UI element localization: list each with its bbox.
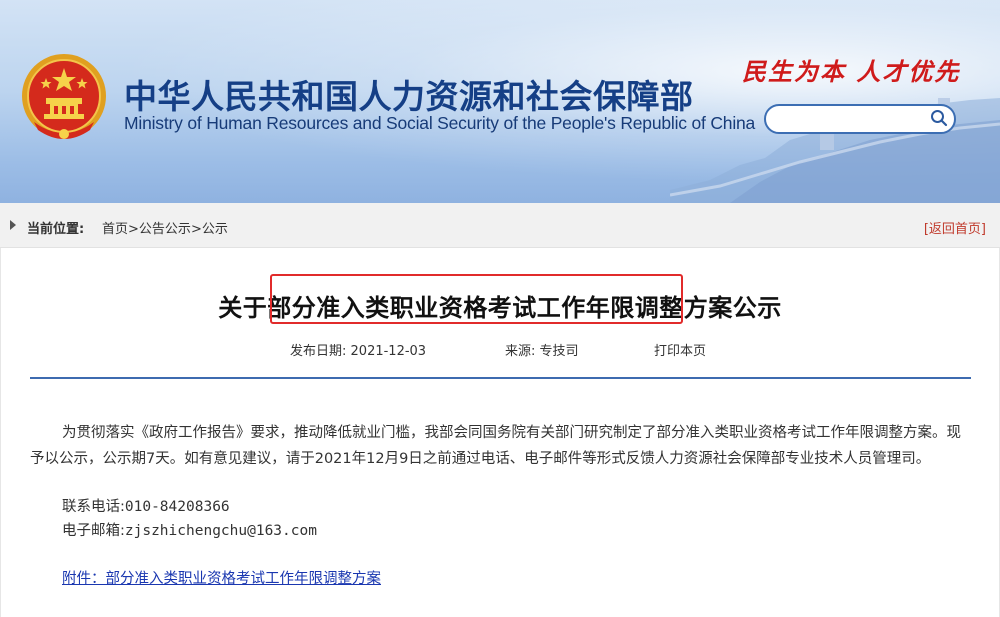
slogan: 民生为本 人才优先 bbox=[742, 57, 961, 86]
contact-email: 电子邮箱:zjszhichengchu@163.com bbox=[62, 519, 317, 540]
phone-label: 联系电话: bbox=[62, 499, 125, 515]
search-button[interactable] bbox=[928, 108, 950, 130]
site-title-chinese: 中华人民共和国人力资源和社会保障部 bbox=[124, 77, 694, 116]
article-body-paragraph: 为贯彻落实《政府工作报告》要求，推动降低就业门槛，我部会同国务院有关部门研究制定… bbox=[30, 425, 961, 467]
search-icon bbox=[931, 109, 948, 126]
title-highlight-box bbox=[270, 274, 683, 324]
site-title-english: Ministry of Human Resources and Social S… bbox=[124, 113, 756, 133]
breadcrumb-item-home[interactable]: 首页 bbox=[102, 222, 128, 237]
breadcrumb: 当前位置: 首页>公告公示>公示 [返回首页] bbox=[0, 203, 1000, 248]
source-label: 来源: bbox=[505, 344, 536, 359]
print-page-link[interactable]: 打印本页 bbox=[654, 340, 706, 359]
attachment-link[interactable]: 附件：部分准入类职业资格考试工作年限调整方案 bbox=[62, 567, 381, 588]
search-box bbox=[764, 104, 956, 134]
breadcrumb-links: 首页>公告公示>公示 bbox=[102, 218, 228, 237]
breadcrumb-item-announcements[interactable]: 公告公示 bbox=[139, 222, 191, 237]
publish-date: 发布日期: 2021-12-03 bbox=[290, 340, 426, 359]
breadcrumb-separator: > bbox=[190, 222, 202, 237]
breadcrumb-label: 当前位置: bbox=[27, 222, 85, 237]
contact-phone: 联系电话:010-84208366 bbox=[62, 495, 230, 516]
breadcrumb-item-public-notice[interactable]: 公示 bbox=[202, 222, 228, 237]
back-home-link[interactable]: [返回首页] bbox=[924, 218, 986, 237]
source-value: 专技司 bbox=[539, 344, 579, 359]
triangle-right-icon bbox=[10, 220, 16, 230]
title-divider bbox=[30, 377, 971, 379]
email-label: 电子邮箱: bbox=[62, 523, 125, 539]
publish-date-label: 发布日期: bbox=[290, 344, 347, 359]
breadcrumb-separator: > bbox=[128, 222, 139, 237]
search-input[interactable] bbox=[776, 109, 926, 129]
great-wall-decoration bbox=[670, 98, 1000, 203]
site-header: 中华人民共和国人力资源和社会保障部 Ministry of Human Reso… bbox=[0, 0, 1000, 203]
email-value: zjszhichengchu@163.com bbox=[124, 523, 317, 539]
article-source: 来源: 专技司 bbox=[505, 340, 579, 359]
national-emblem-icon bbox=[22, 54, 106, 139]
publish-date-value: 2021-12-03 bbox=[350, 344, 427, 359]
phone-value: 010-84208366 bbox=[124, 499, 230, 515]
